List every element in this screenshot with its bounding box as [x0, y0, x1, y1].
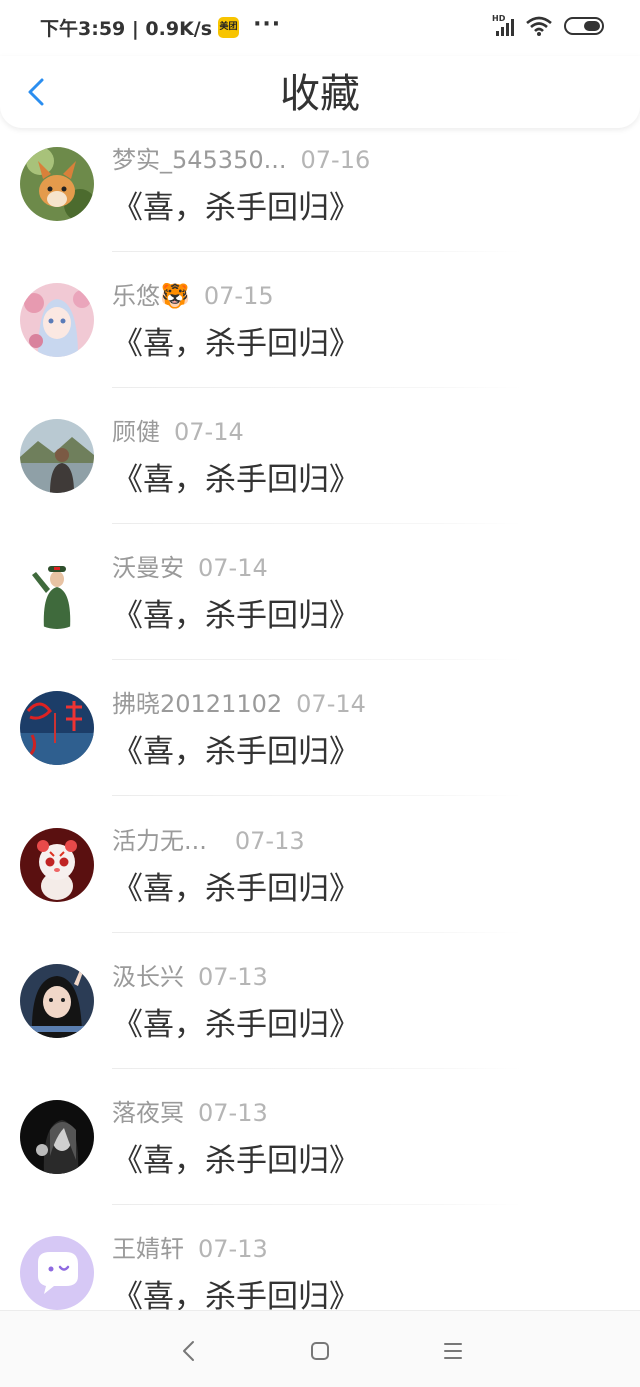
item-date: 07-13 [198, 1099, 268, 1127]
status-time-speed: 下午3:59 | 0.9K/s [40, 18, 213, 40]
item-meta: 拂晓20121102 07-14 [112, 684, 366, 724]
item-title[interactable]: 《喜，杀手回归》 [112, 731, 360, 773]
page-header: 收藏 [0, 56, 640, 128]
list-item[interactable]: 活力无... 07-13 《喜，杀手回归》 [0, 818, 640, 954]
item-date: 07-13 [198, 963, 268, 991]
item-title[interactable]: 《喜，杀手回归》 [112, 187, 360, 229]
landscape-person-avatar[interactable] [20, 419, 94, 493]
list-item[interactable]: 落夜冥 07-13 《喜，杀手回归》 [0, 1090, 640, 1226]
list-item[interactable]: 王婧轩 07-13 《喜，杀手回归》 [0, 1226, 640, 1310]
item-meta: 梦实_545350... 07-16 [112, 140, 370, 180]
item-username[interactable]: 拂晓20121102 [112, 690, 282, 718]
system-nav-bar [0, 1310, 640, 1387]
divider [112, 659, 522, 660]
item-username[interactable]: 顾健 [112, 418, 160, 446]
page-title: 收藏 [280, 71, 360, 117]
item-username[interactable]: 汲长兴 [112, 963, 184, 991]
status-left: 下午3:59 | 0.9K/s 美团 ··· [40, 11, 282, 41]
list-item[interactable]: 乐悠🐯 07-15 《喜，杀手回归》 [0, 273, 640, 409]
item-title[interactable]: 《喜，杀手回归》 [112, 868, 360, 910]
item-title[interactable]: 《喜，杀手回归》 [112, 595, 360, 637]
list-item[interactable]: 沃曼安 07-14 《喜，杀手回归》 [0, 545, 640, 681]
item-meta: 汲长兴 07-13 [112, 957, 268, 997]
item-date: 07-13 [234, 827, 305, 855]
meituan-app-icon: 美团 [218, 17, 240, 38]
item-username[interactable]: 王婧轩 [112, 1235, 184, 1263]
default-chat-avatar[interactable] [20, 1236, 94, 1310]
wifi-icon [526, 16, 552, 36]
item-title[interactable]: 《喜，杀手回归》 [112, 1140, 360, 1182]
item-meta: 顾健 07-14 [112, 412, 244, 452]
item-meta: 活力无... 07-13 [112, 821, 305, 861]
item-username[interactable]: 乐悠🐯 [112, 282, 190, 310]
list-item[interactable]: 汲长兴 07-13 《喜，杀手回归》 [0, 954, 640, 1090]
anime-girl-avatar[interactable] [20, 283, 94, 357]
item-date: 07-13 [198, 1235, 268, 1263]
fox-avatar[interactable] [20, 147, 94, 221]
item-date: 07-14 [198, 554, 268, 582]
item-date: 07-14 [174, 418, 244, 446]
app-screen: 下午3:59 | 0.9K/s 美团 ··· HD 收藏 梦实_545350..… [0, 0, 640, 1387]
item-username[interactable]: 沃曼安 [112, 554, 184, 582]
back-nav-icon [183, 1341, 194, 1361]
red-calligraphy-avatar[interactable] [20, 691, 94, 765]
nav-back-button[interactable] [171, 1333, 207, 1369]
dark-portrait-avatar[interactable] [20, 1100, 94, 1174]
item-username[interactable]: 梦实_545350... [112, 146, 287, 174]
item-meta: 乐悠🐯 07-15 [112, 276, 274, 316]
divider [112, 795, 522, 796]
item-title[interactable]: 《喜，杀手回归》 [112, 1276, 360, 1310]
list-item[interactable]: 梦实_545350... 07-16 《喜，杀手回归》 [0, 137, 640, 273]
tiger-cartoon-avatar[interactable] [20, 828, 94, 902]
list-item[interactable]: 拂晓20121102 07-14 《喜，杀手回归》 [0, 681, 640, 817]
item-meta: 王婧轩 07-13 [112, 1229, 268, 1269]
list-item[interactable]: 顾健 07-14 《喜，杀手回归》 [0, 409, 640, 545]
item-username[interactable]: 活力无... [112, 827, 207, 855]
divider [112, 387, 522, 388]
item-username[interactable]: 落夜冥 [112, 1099, 184, 1127]
divider [112, 251, 522, 252]
item-meta: 落夜冥 07-13 [112, 1093, 268, 1133]
divider [112, 523, 522, 524]
more-notifications-icon: ··· [253, 11, 282, 37]
signal-icon: HD [492, 14, 514, 36]
divider [112, 932, 522, 933]
item-date: 07-14 [296, 690, 366, 718]
status-right: HD [492, 14, 604, 36]
item-title[interactable]: 《喜，杀手回归》 [112, 1004, 360, 1046]
hd-label: HD [492, 14, 506, 23]
item-title[interactable]: 《喜，杀手回归》 [112, 459, 360, 501]
favorites-list[interactable]: 梦实_545350... 07-16 《喜，杀手回归》 乐悠🐯 07-15 《喜… [0, 128, 640, 1310]
item-title[interactable]: 《喜，杀手回归》 [112, 323, 360, 365]
status-bar: 下午3:59 | 0.9K/s 美团 ··· HD [0, 0, 640, 56]
item-meta: 沃曼安 07-14 [112, 548, 268, 588]
nav-menu-button[interactable] [435, 1333, 471, 1369]
divider [112, 1068, 522, 1069]
battery-icon [564, 17, 604, 35]
divider [112, 1204, 522, 1205]
home-nav-icon [311, 1342, 329, 1360]
girl-selfie-avatar[interactable] [20, 964, 94, 1038]
nav-home-button[interactable] [302, 1333, 338, 1369]
soldier-avatar[interactable] [20, 555, 94, 629]
item-date: 07-15 [203, 282, 274, 310]
menu-nav-icon [444, 1343, 462, 1359]
item-date: 07-16 [300, 146, 371, 174]
